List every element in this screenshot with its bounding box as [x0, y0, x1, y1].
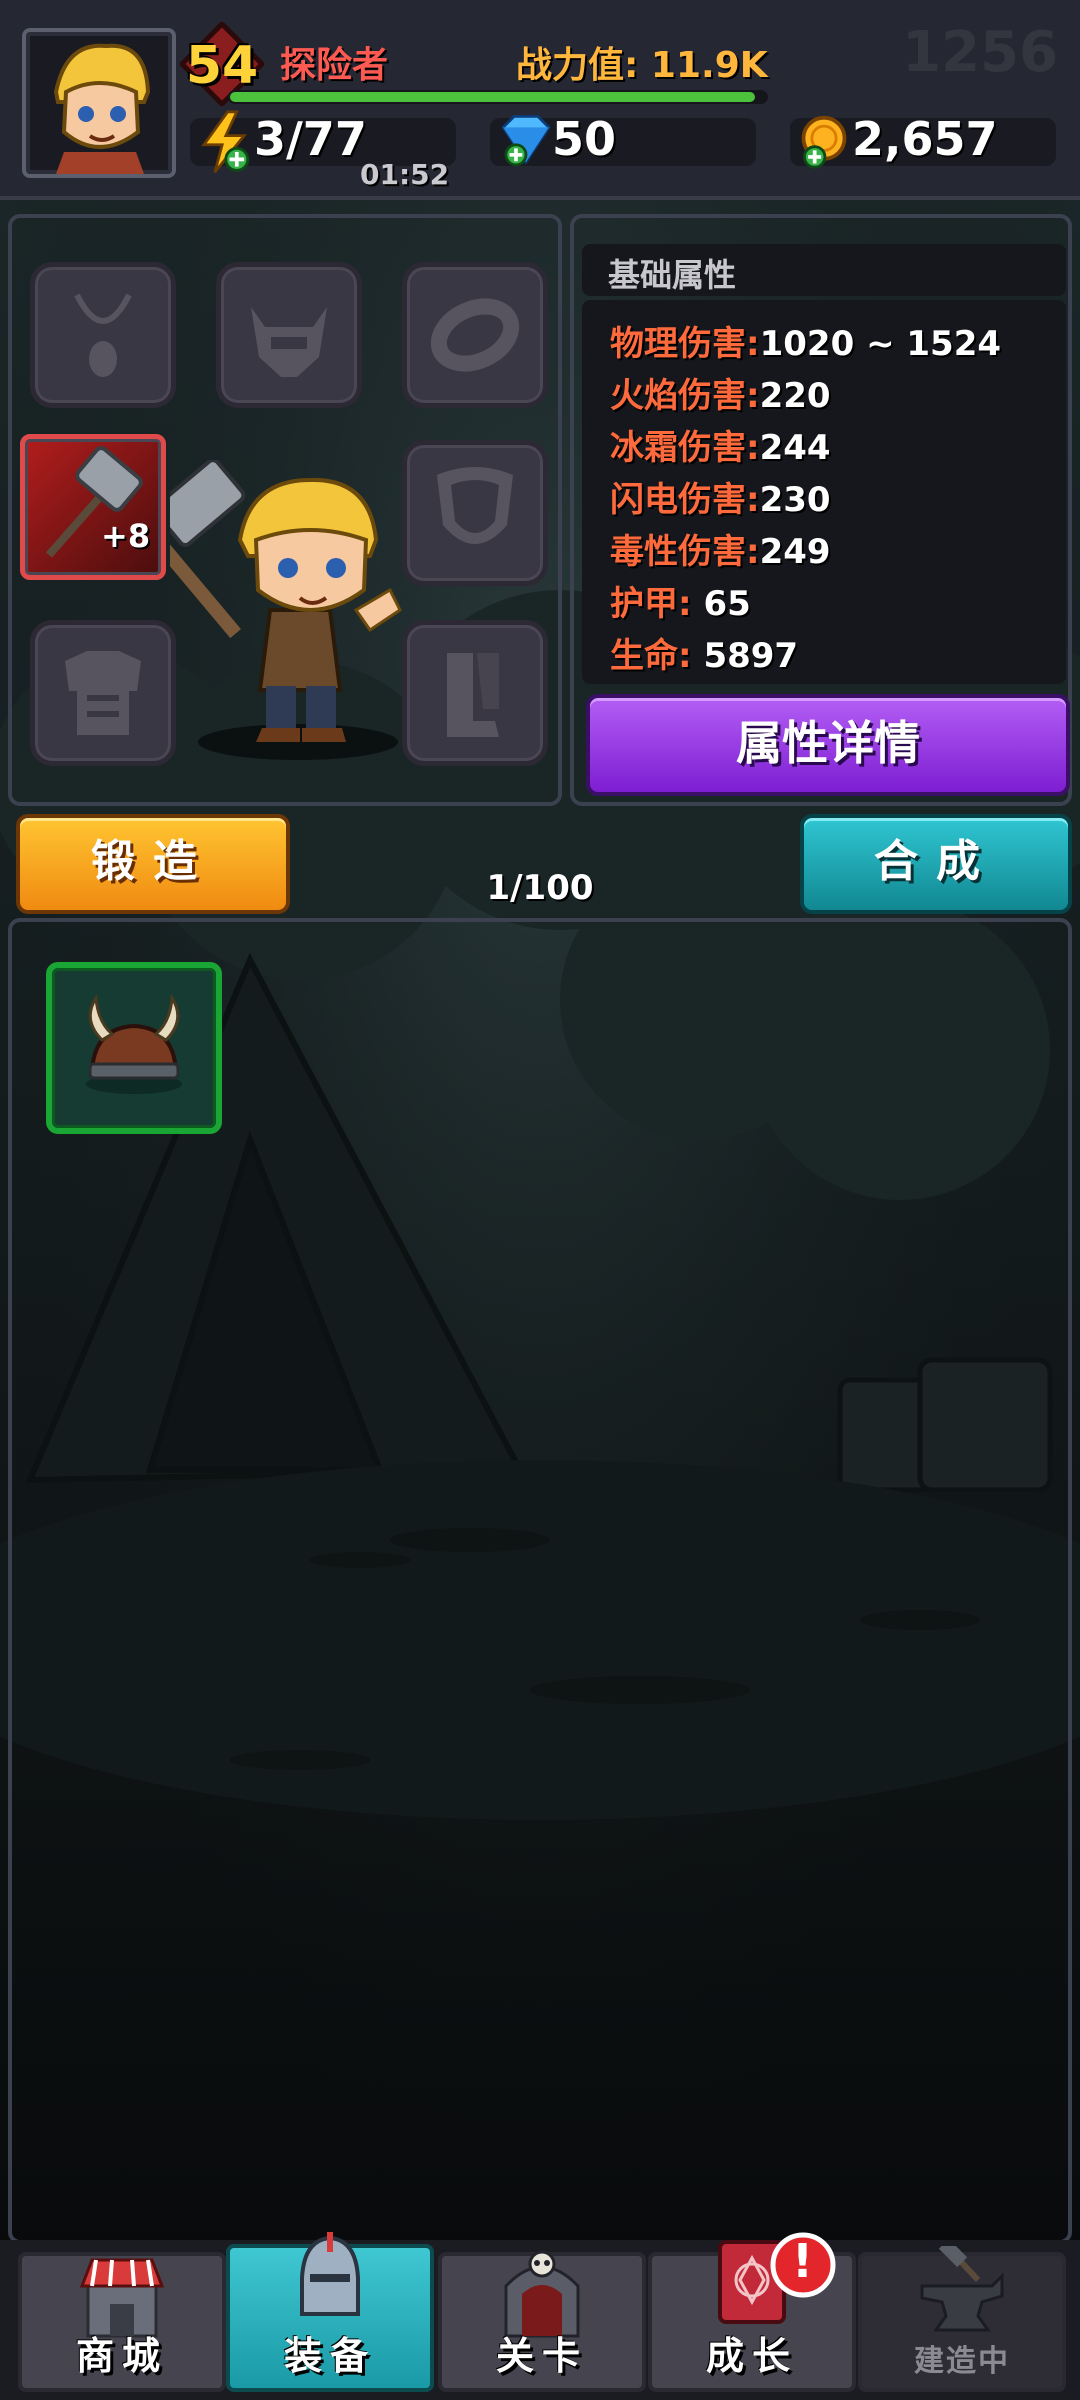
stat-label: 毒性伤害:: [610, 532, 760, 572]
stat-value: 220: [759, 376, 831, 416]
inventory-item[interactable]: [46, 962, 222, 1134]
base-stats-header: 基础属性: [582, 244, 1066, 296]
stat-label: 生命:: [610, 636, 704, 676]
forge-button[interactable]: 锻造: [16, 814, 290, 914]
inventory-capacity: 1/100: [486, 868, 594, 908]
stat-value: 65: [703, 584, 751, 624]
boots-icon: [447, 653, 499, 737]
stat-frost-damage: 冰霜伤害:244: [610, 420, 831, 469]
forge-label: 锻造: [91, 836, 215, 887]
stat-physical-damage: 物理伤害:1020 ~ 1524: [610, 316, 1001, 365]
stat-armor: 护甲: 65: [610, 576, 751, 625]
coin-value: 2,657: [852, 112, 998, 166]
stat-label: 闪电伤害:: [610, 480, 760, 520]
attribute-details-button[interactable]: 属性详情: [586, 694, 1070, 796]
chest-armor-icon: [65, 651, 141, 735]
gem-value: 50: [552, 112, 617, 166]
nav-label-growth: 成长: [705, 2334, 798, 2378]
anvil-icon: [920, 2246, 1004, 2332]
energy-bolt-icon: [201, 110, 250, 174]
stat-value: 5897: [703, 636, 799, 676]
energy-value: 3/77: [254, 112, 367, 166]
ring-icon: [430, 298, 520, 372]
stat-label: 物理伤害:: [610, 324, 760, 364]
nav-label-shop: 商城: [75, 2334, 168, 2378]
stat-value: 1020 ~ 1524: [759, 324, 1002, 364]
faded-number: 1256: [902, 20, 1058, 85]
boots-slot[interactable]: [402, 620, 548, 766]
necklace-slot[interactable]: [30, 262, 176, 408]
energy-timer: 01:52: [360, 158, 450, 191]
stat-value: 249: [759, 532, 831, 572]
stat-fire-damage: 火焰伤害:220: [610, 368, 831, 417]
stat-poison-damage: 毒性伤害:249: [610, 524, 831, 573]
ring-slot[interactable]: [402, 262, 548, 408]
weapon-upgrade-level: +8: [101, 517, 151, 555]
gold-coin-icon: [801, 115, 847, 169]
helmet-slot[interactable]: [216, 262, 362, 408]
nav-label-building: 建造中: [914, 2344, 1010, 2379]
hero-portrait-icon: [53, 43, 151, 174]
shield-icon: [437, 467, 513, 544]
xp-bar-fill: [230, 92, 755, 102]
nav-tab-stages[interactable]: 关卡: [438, 2250, 646, 2392]
player-name: 探险者: [280, 45, 389, 86]
stat-value: 244: [759, 428, 831, 468]
base-stats-title: 基础属性: [608, 256, 737, 294]
stat-label: 护甲:: [610, 584, 704, 624]
combat-power: 战力值: 11.9K: [516, 45, 768, 86]
alert-badge-text: !: [792, 2234, 813, 2288]
hero-character: [170, 460, 402, 760]
shield-slot[interactable]: [402, 440, 548, 586]
stat-label: 火焰伤害:: [610, 376, 760, 416]
necklace-icon: [74, 293, 132, 377]
nav-tab-growth[interactable]: ! 成长: [648, 2232, 856, 2392]
stat-label: 冰霜伤害:: [610, 428, 760, 468]
combine-label: 合成: [874, 836, 998, 887]
combine-button[interactable]: 合成: [800, 814, 1072, 914]
weapon-slot[interactable]: +8: [20, 434, 166, 580]
player-level: 54: [185, 36, 259, 96]
stat-value: 230: [759, 480, 831, 520]
nav-label-stages: 关卡: [495, 2334, 588, 2378]
viking-helmet-icon: [86, 993, 182, 1094]
attribute-details-label: 属性详情: [736, 716, 920, 770]
armor-slot[interactable]: [30, 620, 176, 766]
nav-tab-equipment[interactable]: 装备: [226, 2232, 434, 2392]
diamond-gem-icon: [501, 115, 551, 167]
nav-tab-shop[interactable]: 商城: [18, 2252, 226, 2392]
base-stats-list: 物理伤害:1020 ~ 1524 火焰伤害:220 冰霜伤害:244 闪电伤害:…: [582, 300, 1066, 684]
player-avatar[interactable]: [22, 28, 176, 178]
stat-lightning-damage: 闪电伤害:230: [610, 472, 831, 521]
nav-label-equipment: 装备: [283, 2334, 376, 2378]
nav-tab-building[interactable]: 建造中: [858, 2246, 1066, 2392]
stat-health: 生命: 5897: [610, 628, 798, 677]
knight-helmet-icon: [300, 2232, 360, 2316]
horned-helmet-icon: [251, 307, 327, 377]
